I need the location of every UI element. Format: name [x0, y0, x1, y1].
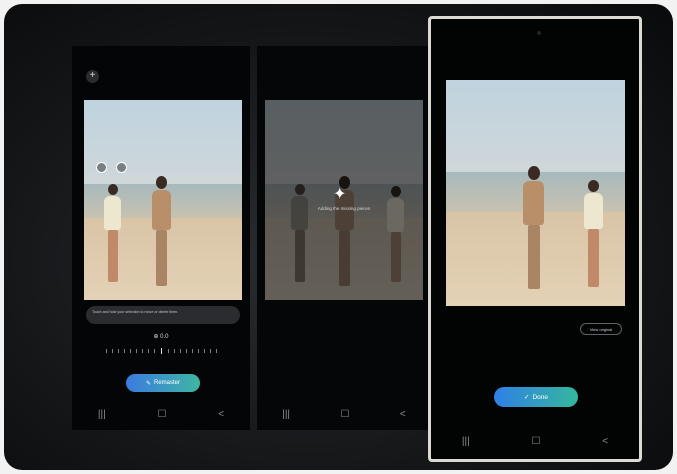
recents-nav-button[interactable]: |||: [462, 437, 470, 447]
home-nav-button[interactable]: ☐: [157, 410, 166, 420]
ai-sparkle-icon: ✦: [333, 186, 347, 203]
angle-label: ⊕ 0.0: [153, 334, 169, 340]
nav-bar: ||| ☐ <: [431, 437, 639, 447]
back-nav-button[interactable]: <: [218, 410, 224, 420]
processing-status: Adding the missing pieces: [317, 206, 371, 211]
recents-nav-button[interactable]: |||: [98, 410, 106, 420]
hint-toast: Touch and hold your selection to move or…: [86, 306, 240, 324]
add-button[interactable]: +: [86, 70, 99, 83]
showcase-frame: + Touch and hold your selection to move …: [4, 4, 673, 470]
recents-nav-button[interactable]: |||: [282, 410, 290, 420]
home-nav-button[interactable]: ☐: [340, 410, 349, 420]
nav-bar: ||| ☐ <: [72, 410, 250, 420]
result-phone: View original ✓ Done ||| ☐ <: [428, 16, 642, 462]
edit-photo[interactable]: [84, 100, 242, 300]
edit-screen: + Touch and hold your selection to move …: [72, 46, 250, 430]
result-photo[interactable]: [446, 80, 625, 306]
home-nav-button[interactable]: ☐: [531, 437, 540, 447]
done-button[interactable]: ✓ Done: [494, 387, 578, 407]
nav-bar: ||| ☐ <: [257, 410, 431, 420]
view-original-button[interactable]: View original: [580, 323, 622, 335]
person-man: [519, 166, 547, 292]
person-man[interactable]: [148, 176, 174, 290]
angle-value: 0.0: [160, 334, 169, 340]
remaster-button[interactable]: ✎ Remaster: [126, 374, 200, 392]
check-icon: ✓: [524, 394, 530, 401]
back-nav-button[interactable]: <: [602, 437, 608, 447]
remaster-label: Remaster: [154, 380, 181, 386]
back-nav-button[interactable]: <: [400, 410, 406, 420]
person-woman: [580, 180, 606, 292]
processing-screen: ✦ Adding the missing pieces ||| ☐ <: [257, 46, 431, 430]
wand-icon: ✎: [145, 380, 151, 387]
plus-icon: +: [89, 70, 96, 81]
person-woman[interactable]: [100, 184, 124, 288]
done-label: Done: [532, 393, 548, 401]
camera-dot: [537, 31, 541, 35]
redo-selection-icon[interactable]: [116, 162, 127, 173]
straighten-slider[interactable]: [106, 348, 218, 354]
undo-selection-icon[interactable]: [96, 162, 107, 173]
